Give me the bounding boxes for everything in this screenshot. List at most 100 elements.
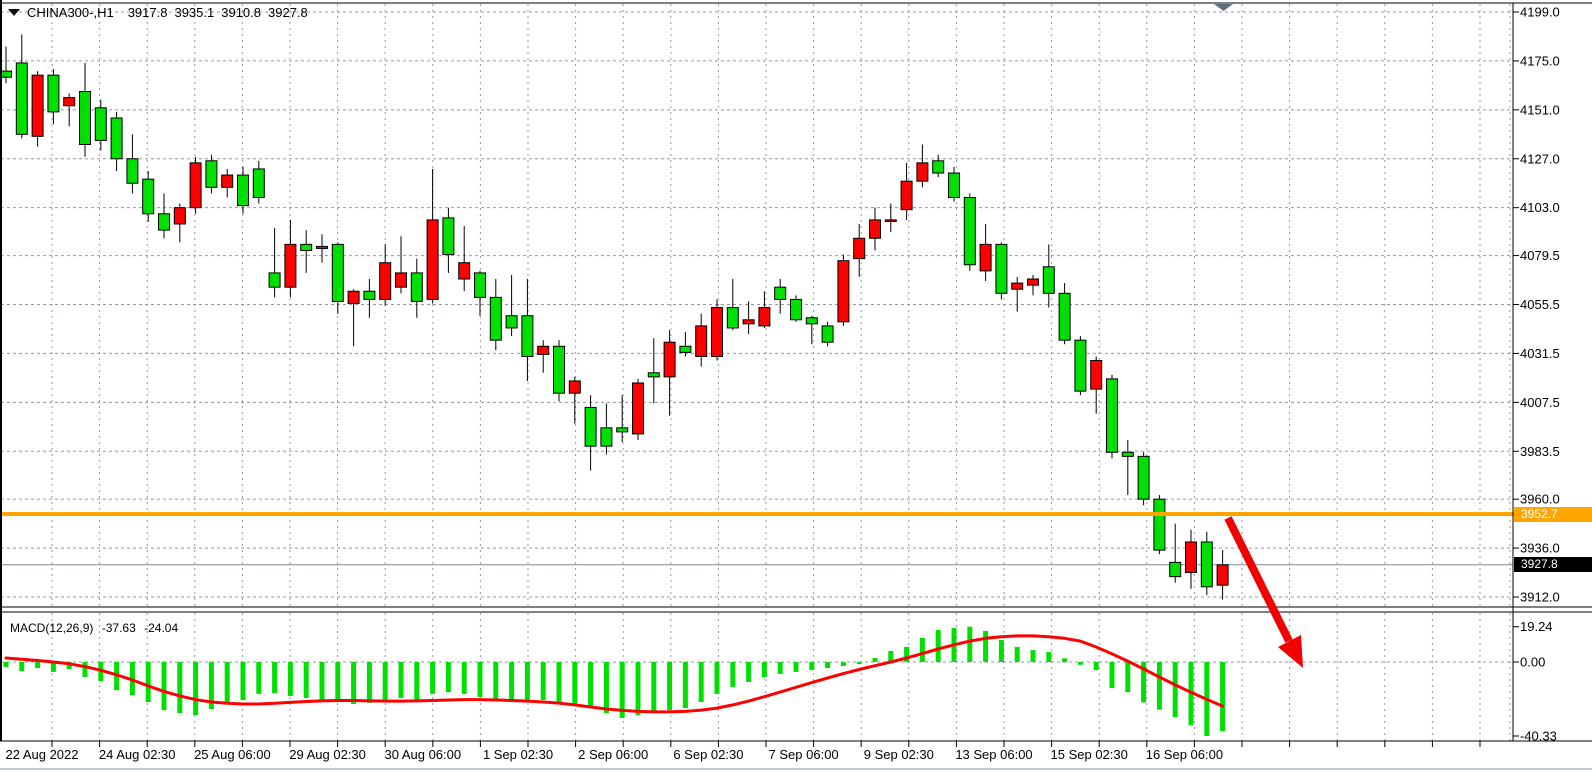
candle-body-bullish <box>538 346 549 354</box>
macd-histogram-bar <box>193 662 198 715</box>
candle-body-bearish <box>822 326 833 342</box>
macd-histogram-bar <box>557 662 562 702</box>
candle-body-bearish <box>364 291 375 299</box>
macd-histogram-bar <box>288 662 293 696</box>
candle-body-bullish <box>222 175 233 187</box>
ohlc-high-value: 3935.1 <box>174 5 214 20</box>
macd-axis-label: -40.33 <box>1520 729 1557 744</box>
macd-histogram-bar <box>920 638 925 662</box>
candle-body-bearish <box>1107 379 1118 452</box>
macd-histogram-bar <box>1110 662 1115 688</box>
candle-body-bullish <box>427 220 438 299</box>
candle-body-bearish <box>16 63 27 134</box>
candle-body-bearish <box>1122 452 1133 456</box>
indicator-macd-value: -37.63 <box>102 621 136 635</box>
macd-histogram-bar <box>651 662 656 712</box>
candle-body-bearish <box>1138 456 1149 499</box>
annotation-arrow-shaft[interactable] <box>1228 518 1289 641</box>
macd-histogram-bar <box>746 662 751 682</box>
time-axis-label: 6 Sep 02:30 <box>673 747 743 762</box>
candle-body-bearish <box>1059 293 1070 340</box>
candle-body-bearish <box>949 173 960 197</box>
candle-body-bullish <box>743 320 754 324</box>
candle-body-bearish <box>95 108 106 141</box>
macd-signal-line <box>6 636 1223 712</box>
candle-body-bullish <box>633 383 644 434</box>
macd-histogram-bar <box>462 662 467 694</box>
candle-body-bearish <box>1201 542 1212 587</box>
candle-body-bearish <box>648 373 659 377</box>
macd-histogram-bar <box>1173 662 1178 717</box>
price-axis-label: 4031.5 <box>1520 346 1560 361</box>
macd-histogram-bar <box>667 662 672 710</box>
macd-histogram-bar <box>999 640 1004 662</box>
macd-histogram-bar <box>936 630 941 662</box>
macd-histogram-bar <box>146 662 151 702</box>
price-axis-label: 4127.0 <box>1520 151 1560 166</box>
price-axis-label: 4007.5 <box>1520 395 1560 410</box>
candle-body-bearish <box>301 244 312 250</box>
candle-body-bearish <box>253 169 264 198</box>
macd-histogram-bar <box>967 627 972 662</box>
macd-histogram-bar <box>1015 647 1020 662</box>
candle-body-bearish <box>411 273 422 302</box>
macd-histogram-bar <box>715 662 720 694</box>
macd-histogram-bar <box>225 662 230 704</box>
macd-histogram-bar <box>478 662 483 697</box>
time-axis-label: 25 Aug 06:00 <box>194 747 271 762</box>
macd-histogram-bar <box>873 658 878 662</box>
chart-shift-marker-icon[interactable] <box>1214 4 1233 11</box>
ohlc-low-value: 3910.8 <box>221 5 261 20</box>
candle-body-bullish <box>759 308 770 326</box>
candle-body-bullish <box>1186 542 1197 573</box>
macd-histogram-bar <box>1031 650 1036 662</box>
candle-body-bearish <box>585 407 596 446</box>
candle-body-bullish <box>190 163 201 208</box>
candle-body-bearish <box>206 161 217 187</box>
macd-histogram-bar <box>730 662 735 687</box>
time-axis-label: 16 Sep 06:00 <box>1146 747 1223 762</box>
candle-body-bearish <box>996 244 1007 293</box>
macd-histogram-bar <box>430 662 435 694</box>
candle-body-bullish <box>838 261 849 322</box>
candle-body-bearish <box>791 299 802 319</box>
candle-body-bullish <box>854 238 865 258</box>
symbol-dropdown-icon[interactable] <box>8 9 20 16</box>
macd-histogram-bar <box>162 662 167 710</box>
candle-body-bullish <box>1091 361 1102 390</box>
candle-body-bearish <box>727 308 738 328</box>
macd-histogram-bar <box>604 662 609 713</box>
macd-histogram-bar <box>272 662 277 693</box>
time-axis-label: 7 Sep 06:00 <box>769 747 839 762</box>
macd-histogram-bar <box>351 662 356 704</box>
candle-body-bearish <box>238 175 249 206</box>
macd-histogram-bar <box>1046 652 1051 662</box>
macd-axis-label: 0.00 <box>1520 655 1545 670</box>
ohlc-open-value: 3917.8 <box>128 5 168 20</box>
candle-body-bearish <box>80 91 91 144</box>
candle-body-bullish <box>885 220 896 222</box>
candle-body-bearish <box>522 316 533 357</box>
candle-body-bearish <box>617 428 628 432</box>
macd-histogram-bar <box>367 662 372 703</box>
price-axis-label: 4103.0 <box>1520 200 1560 215</box>
macd-histogram-bar <box>446 662 451 692</box>
candle-body-bearish <box>1154 499 1165 550</box>
chart-canvas[interactable]: 4199.04175.04151.04127.04103.04079.54055… <box>0 0 1592 772</box>
price-axis-label: 4151.0 <box>1520 102 1560 117</box>
candle-body-bearish <box>506 316 517 328</box>
candle-body-bearish <box>111 118 122 159</box>
candle-body-bearish <box>490 297 501 340</box>
indicator-name-label: MACD(12,26,9) <box>10 621 93 635</box>
macd-histogram-bar <box>241 662 246 700</box>
candle-body-bearish <box>159 214 170 230</box>
candle-body-bearish <box>933 161 944 173</box>
candle-body-bullish <box>174 208 185 224</box>
time-axis-label: 29 Aug 02:30 <box>289 747 366 762</box>
macd-histogram-bar <box>983 631 988 662</box>
price-axis-label: 4079.5 <box>1520 248 1560 263</box>
candle-body-bearish <box>443 218 454 255</box>
candle-body-bearish <box>964 197 975 264</box>
price-axis-label: 3983.5 <box>1520 444 1560 459</box>
macd-histogram-bar <box>493 662 498 699</box>
